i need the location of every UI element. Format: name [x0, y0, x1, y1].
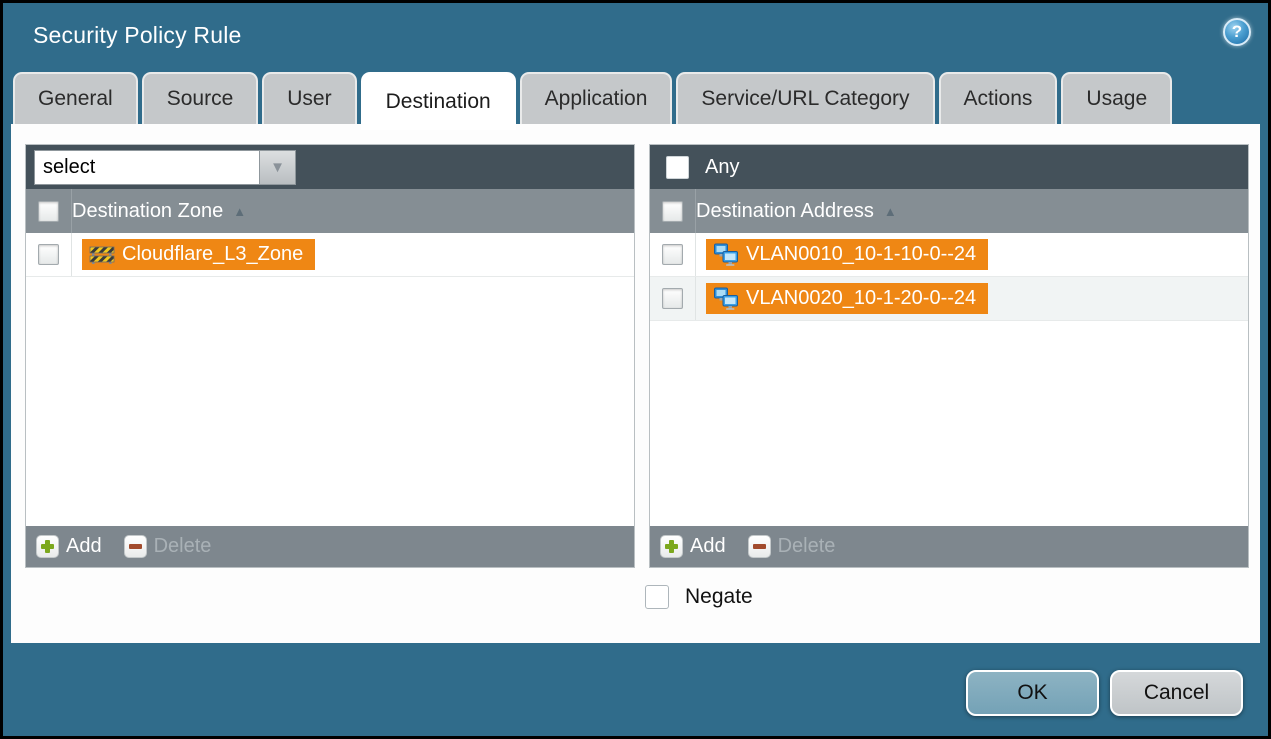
zone-select-combo: ▼ — [34, 150, 296, 185]
add-icon — [660, 535, 683, 558]
tab-application[interactable]: Application — [520, 72, 673, 124]
zone-panel-header: ▼ — [26, 145, 634, 189]
negate-label: Negate — [685, 585, 753, 609]
zone-chip[interactable]: Cloudflare_L3_Zone — [82, 239, 315, 270]
sort-ascending-icon[interactable]: ▲ — [884, 204, 897, 219]
any-checkbox[interactable] — [666, 156, 689, 179]
security-policy-rule-dialog: Security Policy Rule ? General Source Us… — [0, 0, 1271, 739]
negate-checkbox[interactable] — [645, 585, 669, 609]
address-row[interactable]: VLAN0020_10-1-20-0--24 — [650, 277, 1248, 321]
row-checkbox[interactable] — [662, 288, 683, 309]
destination-zone-panel: ▼ Destination Zone ▲ — [25, 144, 635, 568]
tab-service-url-category[interactable]: Service/URL Category — [676, 72, 934, 124]
help-icon[interactable]: ? — [1223, 18, 1251, 46]
tab-actions[interactable]: Actions — [939, 72, 1058, 124]
tab-strip: General Source User Destination Applicat… — [13, 72, 1172, 124]
zone-add-button[interactable]: Add — [36, 535, 102, 558]
zone-column-header: Destination Zone — [72, 200, 223, 223]
tab-destination[interactable]: Destination — [361, 72, 516, 130]
zone-list: Cloudflare_L3_Zone — [26, 233, 634, 526]
row-checkbox[interactable] — [662, 244, 683, 265]
cancel-button[interactable]: Cancel — [1110, 670, 1243, 716]
address-select-all-checkbox[interactable] — [662, 201, 683, 222]
row-checkbox[interactable] — [38, 244, 59, 265]
delete-icon — [124, 535, 147, 558]
address-delete-button[interactable]: Delete — [748, 535, 836, 558]
tab-user[interactable]: User — [262, 72, 356, 124]
ok-button[interactable]: OK — [966, 670, 1099, 716]
negate-option: Negate — [645, 585, 753, 609]
zone-delete-button[interactable]: Delete — [124, 535, 212, 558]
address-chip[interactable]: VLAN0020_10-1-20-0--24 — [706, 283, 988, 314]
address-list: VLAN0010_10-1-10-0--24 VLAN0020_10-1-20-… — [650, 233, 1248, 526]
address-panel-header: Any — [650, 145, 1248, 189]
dialog-content: ▼ Destination Zone ▲ — [11, 124, 1260, 643]
address-chip[interactable]: VLAN0010_10-1-10-0--24 — [706, 239, 988, 270]
zone-icon — [89, 245, 115, 265]
network-address-icon — [713, 243, 739, 266]
zone-panel-toolbar: Add Delete — [26, 526, 634, 567]
address-add-button[interactable]: Add — [660, 535, 726, 558]
add-icon — [36, 535, 59, 558]
tab-general[interactable]: General — [13, 72, 138, 124]
address-column-header-row: Destination Address ▲ — [650, 189, 1248, 233]
tab-source[interactable]: Source — [142, 72, 259, 124]
delete-icon — [748, 535, 771, 558]
dialog-title: Security Policy Rule — [33, 22, 242, 49]
zone-select-dropdown-button[interactable]: ▼ — [259, 150, 296, 185]
zone-row[interactable]: Cloudflare_L3_Zone — [26, 233, 634, 277]
any-label: Any — [705, 156, 739, 179]
zone-select-all-checkbox[interactable] — [38, 201, 59, 222]
address-row[interactable]: VLAN0010_10-1-10-0--24 — [650, 233, 1248, 277]
zone-column-header-row: Destination Zone ▲ — [26, 189, 634, 233]
chevron-down-icon: ▼ — [270, 160, 285, 175]
tab-usage[interactable]: Usage — [1061, 72, 1172, 124]
sort-ascending-icon[interactable]: ▲ — [233, 204, 246, 219]
network-address-icon — [713, 287, 739, 310]
zone-select-input[interactable] — [34, 150, 259, 185]
address-panel-toolbar: Add Delete — [650, 526, 1248, 567]
address-column-header: Destination Address — [696, 200, 874, 223]
destination-address-panel: Any Destination Address ▲ — [649, 144, 1249, 568]
